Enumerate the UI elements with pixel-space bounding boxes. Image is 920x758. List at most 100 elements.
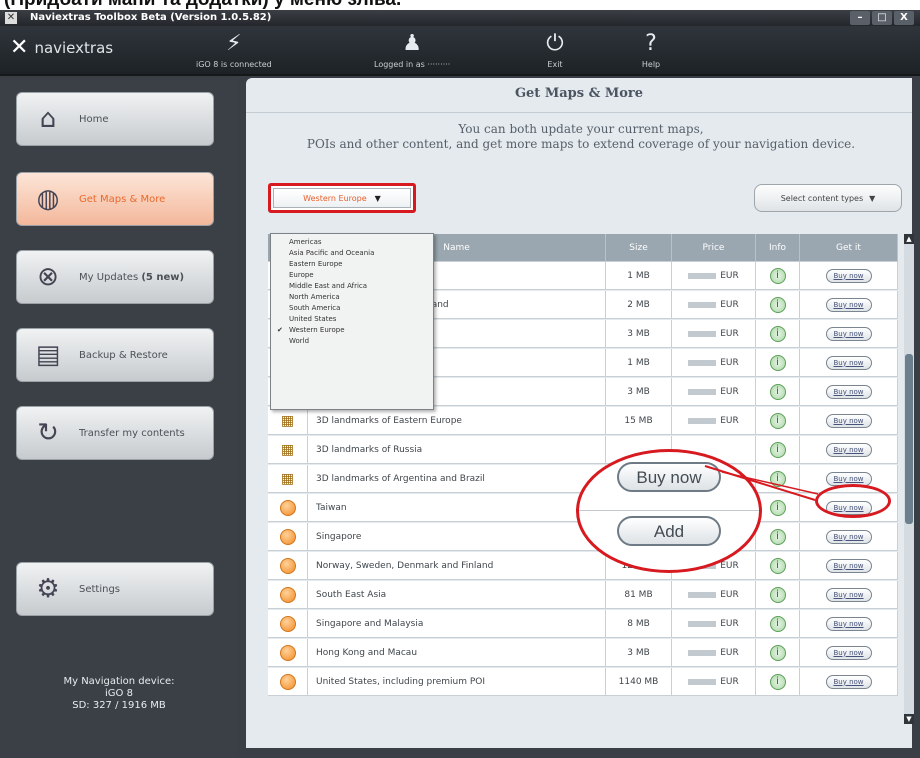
dropdown-option[interactable]: Middle East and Africa	[271, 282, 433, 293]
sidebar-item-label: Transfer my contents	[79, 427, 185, 439]
buy-now-button[interactable]: Buy now	[825, 355, 872, 370]
row-info-cell: i	[756, 668, 800, 696]
region-dropdown-menu: Americas Asia Pacific and Oceania Eastern …	[270, 233, 434, 410]
updates-count: (5 new)	[141, 271, 185, 283]
row-info-cell: i	[756, 378, 800, 406]
title-bar: ✕ Naviextras Toolbox Beta (Version 1.0.5…	[0, 10, 920, 26]
row-size: 81 MB	[606, 581, 672, 609]
row-info-cell: i	[756, 291, 800, 319]
row-get-it-cell: Buy now	[800, 639, 898, 667]
account-status[interactable]: ♟ Logged in as ·········	[374, 30, 450, 69]
buy-now-button[interactable]: Buy now	[825, 268, 872, 283]
dropdown-option[interactable]: ✔ Western Europe	[271, 326, 433, 337]
row-info-cell: i	[756, 262, 800, 290]
column-header-info[interactable]: Info	[756, 234, 800, 262]
row-icon-cell: ▦	[268, 407, 308, 435]
dropdown-option[interactable]: United States	[271, 315, 433, 326]
info-icon[interactable]: i	[769, 412, 786, 429]
buy-now-button[interactable]: Buy now	[825, 413, 872, 428]
table-scrollbar[interactable]: ▲ ▼	[904, 234, 914, 724]
row-get-it-cell: Buy now	[800, 523, 898, 551]
row-size: 3 MB	[606, 639, 672, 667]
dropdown-option-label: Asia Pacific and Oceania	[289, 249, 375, 257]
logo-icon: ✕	[10, 35, 29, 60]
map-globe-icon	[279, 528, 296, 545]
info-icon[interactable]: i	[769, 673, 786, 690]
buy-now-button[interactable]: Buy now	[825, 297, 872, 312]
dropdown-option[interactable]: South America	[271, 304, 433, 315]
scroll-down-icon[interactable]: ▼	[904, 714, 914, 724]
map-globe-icon	[279, 673, 296, 690]
device-info: My Navigation device: iGO 8 SD: 327 / 19…	[0, 676, 238, 712]
help-label: Help	[641, 60, 661, 69]
maximize-button[interactable]: □	[872, 11, 892, 25]
page-title: Get Maps & More	[514, 86, 644, 101]
buy-now-button[interactable]: Buy now	[825, 442, 872, 457]
map-globe-icon	[279, 615, 296, 632]
minimize-button[interactable]: –	[850, 11, 870, 25]
scrollbar-thumb[interactable]	[905, 354, 913, 524]
sidebar-item-updates[interactable]: ⊗ My Updates (5 new)	[16, 250, 214, 304]
info-icon[interactable]: i	[769, 470, 786, 487]
dropdown-option[interactable]: Europe	[271, 271, 433, 282]
column-header-get-it[interactable]: Get it	[800, 234, 898, 262]
info-icon[interactable]: i	[769, 441, 786, 458]
dropdown-option-label: Middle East and Africa	[289, 282, 368, 290]
info-icon[interactable]: i	[769, 296, 786, 313]
plug-icon: ⚡	[226, 31, 242, 56]
content-types-select[interactable]: Select content types ▼	[754, 184, 902, 212]
info-icon[interactable]: i	[769, 528, 786, 545]
scroll-up-icon[interactable]: ▲	[904, 234, 914, 244]
buy-now-button[interactable]: Buy now	[825, 674, 872, 689]
close-button[interactable]: X	[894, 11, 914, 25]
buy-now-button[interactable]: Buy now	[825, 587, 872, 602]
info-icon[interactable]: i	[769, 557, 786, 574]
buy-now-button[interactable]: Buy now	[825, 529, 872, 544]
row-info-cell: i	[756, 523, 800, 551]
buy-now-button[interactable]: Buy now	[825, 326, 872, 341]
currency-label: EUR	[720, 618, 739, 629]
info-icon[interactable]: i	[769, 644, 786, 661]
info-icon[interactable]: i	[769, 383, 786, 400]
buy-now-button[interactable]: Buy now	[825, 616, 872, 631]
dropdown-option[interactable]: Eastern Europe	[271, 260, 433, 271]
column-header-price[interactable]: Price	[672, 234, 756, 262]
currency-label: EUR	[720, 270, 739, 281]
row-icon-cell	[268, 639, 308, 667]
transfer-icon: ↻	[37, 418, 59, 448]
sidebar-item-transfer[interactable]: ↻ Transfer my contents	[16, 406, 214, 460]
row-name: Taiwan	[308, 494, 606, 522]
info-icon[interactable]: i	[769, 325, 786, 342]
sidebar-item-home[interactable]: ⌂ Home	[16, 92, 214, 146]
info-icon[interactable]: i	[769, 267, 786, 284]
sidebar-item-settings[interactable]: ⚙ Settings	[16, 562, 214, 616]
dropdown-option[interactable]: Asia Pacific and Oceania	[271, 249, 433, 260]
row-price: EUR	[672, 407, 756, 435]
buy-now-button[interactable]: Buy now	[825, 384, 872, 399]
dropdown-option[interactable]: World	[271, 337, 433, 348]
info-icon[interactable]: i	[769, 499, 786, 516]
currency-label: EUR	[720, 560, 739, 571]
info-icon[interactable]: i	[769, 354, 786, 371]
buy-now-button[interactable]: Buy now	[825, 558, 872, 573]
info-icon[interactable]: i	[769, 586, 786, 603]
sidebar-item-get-maps[interactable]: ◍ Get Maps & More	[16, 172, 214, 226]
device-label: My Navigation device:	[63, 676, 175, 687]
region-select[interactable]: Western Europe ▼	[268, 183, 416, 213]
info-icon[interactable]: i	[769, 615, 786, 632]
device-status[interactable]: ⚡ iGO 8 is connected	[196, 30, 272, 69]
caption-text: (Придбати мапи та додатки) у меню зліва.	[4, 0, 401, 10]
row-price: EUR	[672, 349, 756, 377]
dropdown-option[interactable]: North America	[271, 293, 433, 304]
sidebar-item-backup[interactable]: ▤ Backup & Restore	[16, 328, 214, 382]
column-header-size[interactable]: Size	[606, 234, 672, 262]
table-row: ▦ 3D landmarks of Eastern Europe 15 MB EUR i…	[268, 407, 898, 435]
row-info-cell: i	[756, 465, 800, 493]
buy-now-button[interactable]: Buy now	[825, 645, 872, 660]
price-value-blurred	[688, 359, 717, 366]
row-get-it-cell: Buy now	[800, 349, 898, 377]
exit-button[interactable]: ⏻ Exit	[540, 30, 570, 69]
dropdown-option[interactable]: Americas	[271, 238, 433, 249]
help-button[interactable]: ? Help	[636, 30, 666, 69]
price-value-blurred	[688, 649, 717, 656]
